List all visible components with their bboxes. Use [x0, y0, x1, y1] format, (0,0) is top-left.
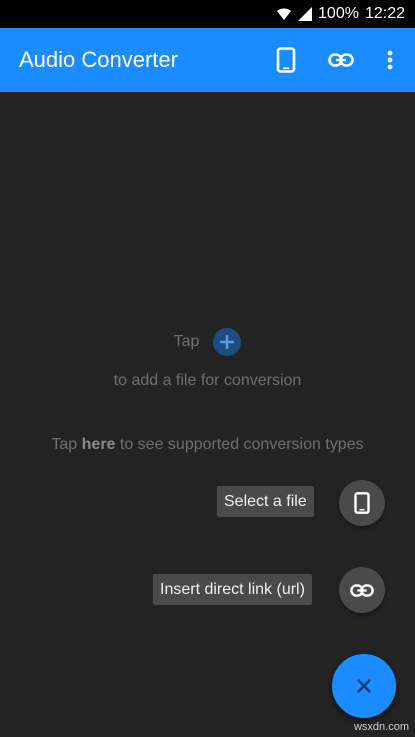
status-bar: 100% 12:22	[0, 0, 415, 28]
overflow-menu-button[interactable]	[370, 40, 410, 80]
select-device-file-button[interactable]	[266, 40, 306, 80]
types-suffix: to see supported conversion types	[119, 436, 364, 453]
close-fab-menu-button[interactable]	[332, 654, 396, 718]
tap-hint-row: Tap	[0, 328, 415, 356]
more-vert-icon	[387, 50, 393, 70]
wifi-icon	[277, 8, 292, 20]
status-time: 12:22	[364, 5, 405, 22]
main-content: Tap to add a file for conversion Tap her…	[0, 92, 415, 737]
select-file-fab[interactable]	[339, 480, 385, 526]
insert-link-button[interactable]	[321, 40, 361, 80]
watermark: wsxdn.com	[353, 721, 409, 733]
add-file-hint: to add a file for conversion	[113, 372, 302, 389]
tap-text: Tap	[173, 333, 200, 350]
battery-level: 100%	[318, 5, 359, 22]
insert-link-label[interactable]: Insert direct link (url)	[153, 574, 312, 605]
plus-icon	[220, 335, 235, 349]
close-icon	[357, 679, 371, 693]
phone-icon	[354, 492, 370, 514]
conversion-types-hint: Tap here to see supported conversion typ…	[0, 436, 415, 454]
types-prefix: Tap	[51, 436, 78, 453]
app-bar: Audio Converter	[0, 28, 415, 92]
add-file-button[interactable]	[213, 328, 242, 356]
link-icon	[328, 53, 354, 67]
app-title: Audio Converter	[19, 47, 178, 72]
phone-icon	[276, 47, 296, 73]
link-icon	[350, 583, 374, 597]
select-file-label[interactable]: Select a file	[217, 486, 314, 517]
insert-link-fab[interactable]	[339, 567, 385, 613]
signal-icon	[298, 7, 313, 21]
conversion-types-link[interactable]: here	[82, 436, 116, 453]
